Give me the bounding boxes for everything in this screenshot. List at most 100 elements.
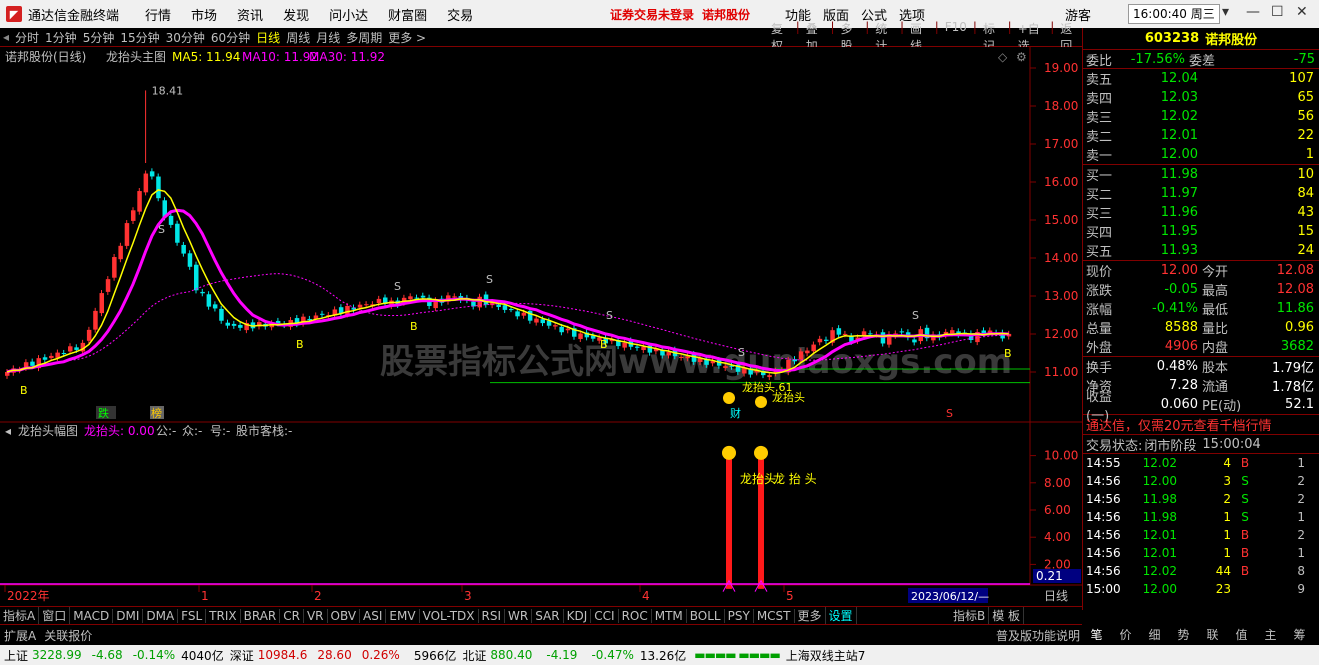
tick-count: 1: [1297, 510, 1305, 524]
period-daily[interactable]: 日线: [253, 29, 283, 46]
indicator-tab-5[interactable]: FSL: [178, 608, 207, 623]
sell-marker: S: [606, 309, 613, 322]
edition-info-link[interactable]: 普及版功能说明: [996, 627, 1080, 644]
indicator-tab-14[interactable]: RSI: [479, 608, 506, 623]
candle-body: [93, 310, 98, 330]
maximize-icon[interactable]: ☐: [1271, 4, 1284, 20]
menu-hangqing[interactable]: 行情: [145, 5, 171, 24]
period-60min[interactable]: 60分钟: [208, 29, 253, 46]
tick-time: 14:56: [1086, 492, 1121, 506]
period-fenshi[interactable]: 分时: [12, 29, 42, 46]
period-more[interactable]: 更多 >: [385, 29, 429, 46]
gear-icon[interactable]: ⚙: [1016, 50, 1027, 64]
bz-label[interactable]: 北证: [462, 647, 486, 664]
kline-chart[interactable]: 诺邦股份(日线) 龙抬头主图 MA5: 11.94 MA10: 11.92 MA…: [0, 47, 1082, 606]
stat-value: 12.00: [1160, 263, 1198, 278]
period-30min[interactable]: 30分钟: [163, 29, 208, 46]
period-multi[interactable]: 多周期: [343, 29, 385, 46]
buy-marker: B: [1004, 347, 1012, 360]
bid-price: 11.95: [1160, 224, 1198, 239]
tick-count: 9: [1297, 582, 1305, 596]
indicator-tab-17[interactable]: KDJ: [564, 608, 592, 623]
indicator-tab-22[interactable]: PSY: [725, 608, 754, 623]
login-notice[interactable]: 证券交易未登录: [610, 6, 694, 23]
indicator-tab-23[interactable]: MCST: [754, 608, 795, 623]
period-monthly[interactable]: 月线: [313, 29, 343, 46]
indicator-tab-24[interactable]: 更多: [795, 607, 826, 624]
indicator-right-1[interactable]: 模 板: [989, 607, 1025, 624]
x-tick-label: 2022年: [7, 589, 50, 603]
diamond-icon[interactable]: ◇: [998, 50, 1008, 64]
candle-body: [641, 346, 646, 351]
ext-a-button[interactable]: 扩展A: [0, 627, 40, 644]
dragon-coin-icon: [754, 445, 768, 460]
candle-body: [187, 253, 193, 267]
indicator-tab-12[interactable]: EMV: [386, 608, 420, 623]
sub-value: 0.21: [1036, 569, 1063, 583]
indicator-tab-1[interactable]: 窗口: [39, 607, 71, 624]
tick-count: 2: [1297, 528, 1305, 542]
indicator-tab-25[interactable]: 设置: [826, 607, 857, 624]
close-icon[interactable]: ✕: [1296, 4, 1308, 20]
stat-value2: 12.08: [1276, 282, 1314, 297]
sidebar-toggle-icon[interactable]: ◂: [0, 30, 12, 44]
menu-faxian[interactable]: 发现: [283, 5, 309, 24]
menu-wenxiaoda[interactable]: 问小达: [329, 5, 368, 24]
candle-body: [112, 257, 117, 278]
period-5min[interactable]: 5分钟: [80, 29, 118, 46]
sub-toggle-icon[interactable]: ◂: [5, 424, 11, 438]
indicator-tab-15[interactable]: WR: [505, 608, 533, 623]
indicator-tab-19[interactable]: ROC: [619, 608, 652, 623]
candle-body: [357, 304, 363, 308]
y-tick-label: 11.00: [1044, 365, 1078, 379]
indicator-right-0[interactable]: 指标B: [950, 607, 990, 624]
detail-tab-7[interactable]: 筹: [1285, 626, 1314, 643]
detail-tab-1[interactable]: 价: [1111, 626, 1140, 643]
sub-chart-title[interactable]: 龙抬头幅图: [18, 423, 78, 438]
minimize-icon[interactable]: —: [1246, 4, 1260, 20]
indicator-tab-7[interactable]: BRAR: [241, 608, 281, 623]
detail-tab-0[interactable]: 笔: [1082, 626, 1111, 643]
x-tick-label: 3: [464, 589, 472, 603]
indicator-tab-18[interactable]: CCI: [591, 608, 619, 623]
indicator-tab-9[interactable]: VR: [304, 608, 328, 623]
indicator-tab-21[interactable]: BOLL: [687, 608, 725, 623]
indicator-tab-20[interactable]: MTM: [652, 608, 687, 623]
period-15min[interactable]: 15分钟: [117, 29, 162, 46]
sz-label[interactable]: 深证: [230, 647, 254, 664]
dropdown-icon[interactable]: ▾: [1222, 4, 1229, 20]
indicator-tab-11[interactable]: ASI: [360, 608, 387, 623]
indicator-tab-0[interactable]: 指标A: [0, 607, 40, 624]
upgrade-ad[interactable]: 通达信，仅需20元查看千档行情: [1083, 415, 1272, 434]
detail-tab-6[interactable]: 主: [1256, 626, 1285, 643]
indicator-tab-16[interactable]: SAR: [532, 608, 564, 623]
indicator-tab-13[interactable]: VOL-TDX: [420, 608, 479, 623]
detail-tab-4[interactable]: 联: [1198, 626, 1227, 643]
indicator-tab-6[interactable]: TRIX: [206, 608, 241, 623]
related-quote-button[interactable]: 关联报价: [40, 627, 96, 644]
indicator-tab-2[interactable]: MACD: [70, 608, 114, 623]
menu-jiaoyi[interactable]: 交易: [447, 5, 473, 24]
tick-volume: 44: [1215, 564, 1231, 578]
stat2-value: 0.48%: [1156, 359, 1198, 374]
menu-caifuquan[interactable]: 财富圈: [388, 5, 427, 24]
detail-tab-2[interactable]: 细: [1140, 626, 1169, 643]
menu-zixun[interactable]: 资讯: [237, 5, 263, 24]
tick-time: 14:56: [1086, 474, 1121, 488]
server-name[interactable]: 上海双线主站7: [786, 647, 866, 664]
indicator-tab-10[interactable]: OBV: [328, 608, 361, 623]
tick-count: 2: [1297, 474, 1305, 488]
detail-tab-5[interactable]: 值: [1227, 626, 1256, 643]
sh-label[interactable]: 上证: [0, 647, 28, 664]
period-1min[interactable]: 1分钟: [42, 29, 80, 46]
period-weekly[interactable]: 周线: [283, 29, 313, 46]
candle-body: [137, 191, 142, 212]
main-formula-name[interactable]: 龙抬头主图: [106, 50, 166, 64]
indicator-tab-8[interactable]: CR: [280, 608, 304, 623]
candle-body: [836, 328, 842, 335]
sell-marker: S: [486, 273, 493, 286]
indicator-tab-4[interactable]: DMA: [143, 608, 179, 623]
indicator-tab-3[interactable]: DMI: [113, 608, 144, 623]
detail-tab-3[interactable]: 势: [1169, 626, 1198, 643]
menu-shichang[interactable]: 市场: [191, 5, 217, 24]
